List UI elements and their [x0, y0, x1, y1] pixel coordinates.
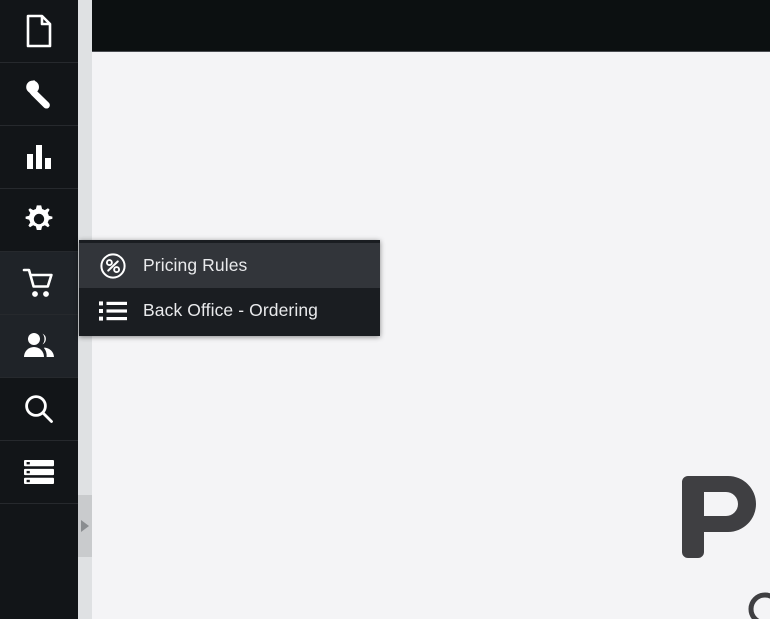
wrench-icon [22, 77, 56, 111]
bulleted-list-icon [99, 300, 143, 322]
document-icon [24, 14, 54, 48]
sidebar-item-data[interactable] [0, 441, 78, 504]
sidebar-item-customers[interactable] [0, 315, 78, 378]
menu-item-label: Pricing Rules [143, 255, 248, 275]
flyout-menu: Pricing Rules Back Office - Ordering [79, 240, 380, 336]
people-icon [22, 332, 56, 360]
sidebar-item-tools[interactable] [0, 63, 78, 126]
drawer-expand-handle[interactable] [78, 495, 92, 557]
menu-item-pricing-rules[interactable]: Pricing Rules [79, 243, 380, 288]
sidebar-item-settings[interactable] [0, 189, 78, 252]
sidebar-item-ordering[interactable] [0, 252, 78, 315]
gear-icon [22, 203, 56, 237]
brand-logo-p [680, 470, 764, 567]
percent-circle-icon [99, 252, 143, 280]
app-window: Pricing Rules Back Office - Ordering [0, 0, 770, 619]
bar-chart-icon [24, 142, 54, 172]
brand-logo-ring [748, 592, 770, 619]
sidebar-item-documents[interactable] [0, 0, 78, 63]
cart-icon [22, 267, 56, 299]
top-bar [92, 0, 770, 52]
sidebar-item-search[interactable] [0, 378, 78, 441]
search-icon [23, 393, 55, 425]
sidebar-item-reports[interactable] [0, 126, 78, 189]
sidebar-empty-space [0, 504, 78, 619]
triangle-right-icon [81, 520, 89, 532]
storage-icon [23, 459, 55, 485]
menu-item-back-office-ordering[interactable]: Back Office - Ordering [79, 288, 380, 333]
sidebar-icon-rail [0, 0, 78, 619]
menu-item-label: Back Office - Ordering [143, 300, 318, 320]
